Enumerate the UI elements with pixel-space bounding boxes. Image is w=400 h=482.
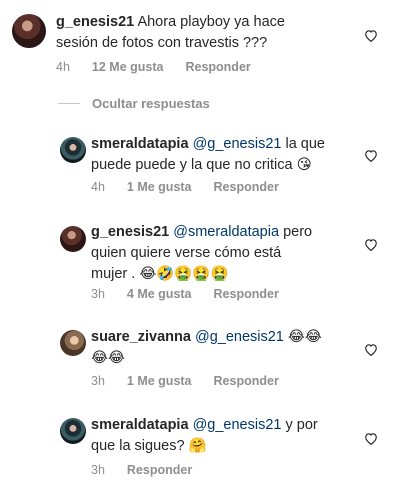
heart-icon[interactable] xyxy=(364,432,378,445)
timestamp: 3h xyxy=(91,374,105,388)
comment-text: suare_zivanna @g_enesis21 😂😂 😂😂 xyxy=(91,327,371,369)
comment-body-line-1: y por xyxy=(285,417,318,433)
likes-count[interactable]: 1 Me gusta xyxy=(127,180,192,194)
mention-link[interactable]: @smeraldatapia xyxy=(173,224,279,240)
heart-icon[interactable] xyxy=(364,29,378,42)
comment-body-line-1: Ahora playboy ya hace xyxy=(137,14,285,30)
hide-replies-toggle[interactable]: Ocultar respuestas xyxy=(58,96,210,111)
comment-body-line-1: 😂😂 xyxy=(287,329,322,345)
heart-icon[interactable] xyxy=(364,149,378,162)
reply-button[interactable]: Responder xyxy=(127,463,192,477)
likes-count[interactable]: 1 Me gusta xyxy=(127,374,192,388)
comment-body-line-1: la que xyxy=(285,136,325,152)
mention-link[interactable]: @g_enesis21 xyxy=(195,329,284,345)
reply-button[interactable]: Responder xyxy=(214,374,279,388)
comment-body-line-3: mujer . 😂🤣🤮🤮🤮 xyxy=(91,266,229,282)
comment-meta: 3h Responder xyxy=(91,463,192,477)
username[interactable]: g_enesis21 xyxy=(56,14,134,30)
heart-icon[interactable] xyxy=(364,343,378,356)
comment-text: smeraldatapia @g_enesis21 la que puede p… xyxy=(91,134,371,176)
reply-button[interactable]: Responder xyxy=(214,180,279,194)
username[interactable]: g_enesis21 xyxy=(91,224,169,240)
divider xyxy=(58,103,80,104)
username[interactable]: smeraldatapia xyxy=(91,417,189,433)
comment-meta: 4h 1 Me gusta Responder xyxy=(91,180,279,194)
hide-replies-label[interactable]: Ocultar respuestas xyxy=(92,96,210,111)
avatar[interactable] xyxy=(60,330,86,356)
comment-body-line-1: pero xyxy=(283,224,313,240)
username[interactable]: suare_zivanna xyxy=(91,329,191,345)
comment-meta: 3h 1 Me gusta Responder xyxy=(91,374,279,388)
timestamp: 3h xyxy=(91,287,105,301)
avatar[interactable] xyxy=(60,137,86,163)
comment-body-line-2: sesión de fotos con travestis ??? xyxy=(56,35,268,51)
avatar[interactable] xyxy=(60,226,86,252)
timestamp: 3h xyxy=(91,463,105,477)
likes-count[interactable]: 12 Me gusta xyxy=(92,60,164,74)
timestamp: 4h xyxy=(56,60,70,74)
avatar[interactable] xyxy=(60,418,86,444)
mention-link[interactable]: @g_enesis21 xyxy=(193,136,282,152)
timestamp: 4h xyxy=(91,180,105,194)
reply-button[interactable]: Responder xyxy=(185,60,250,74)
comment-body-line-2: que la sigues? 🤗 xyxy=(91,438,207,454)
heart-icon[interactable] xyxy=(364,238,378,251)
avatar[interactable] xyxy=(12,14,46,48)
likes-count[interactable]: 4 Me gusta xyxy=(127,287,192,301)
reply-button[interactable]: Responder xyxy=(214,287,279,301)
comment-text: smeraldatapia @g_enesis21 y por que la s… xyxy=(91,415,371,457)
comment-body-line-2: puede puede y la que no critica 😘 xyxy=(91,157,312,173)
comment-text: g_enesis21 Ahora playboy ya hace sesión … xyxy=(56,12,356,54)
comment-meta: 4h 12 Me gusta Responder xyxy=(56,60,251,74)
username[interactable]: smeraldatapia xyxy=(91,136,189,152)
comment-text: g_enesis21 @smeraldatapia pero quien qui… xyxy=(91,222,371,285)
comment-body-line-2: quien quiere verse cómo está xyxy=(91,245,282,261)
comment-body-line-2: 😂😂 xyxy=(91,350,125,366)
comment-meta: 3h 4 Me gusta Responder xyxy=(91,287,279,301)
mention-link[interactable]: @g_enesis21 xyxy=(193,417,282,433)
